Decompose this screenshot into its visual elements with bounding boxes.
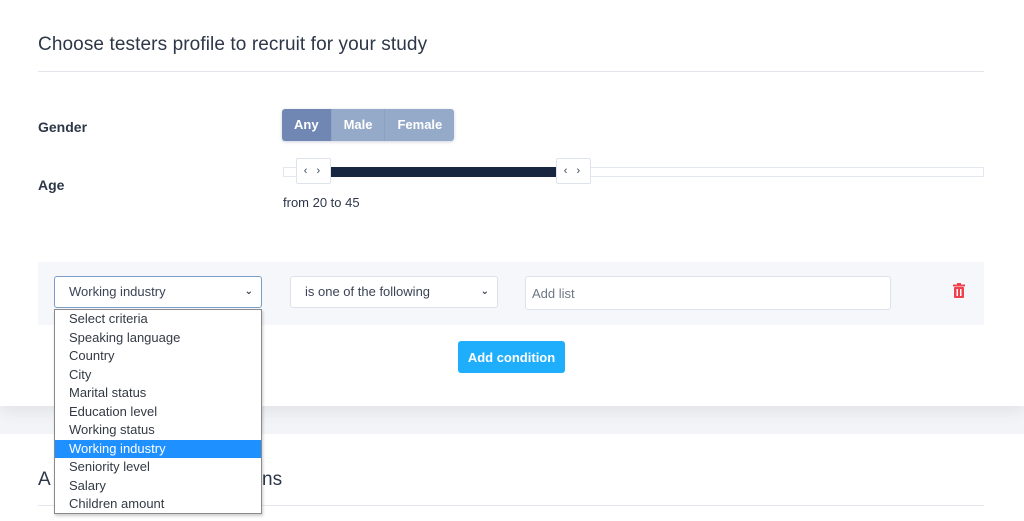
criteria-option[interactable]: Children amount [55, 495, 261, 514]
gender-male-button[interactable]: Male [330, 109, 385, 141]
gender-any-button[interactable]: Any [282, 109, 331, 141]
gender-female-button[interactable]: Female [384, 109, 455, 141]
criteria-option[interactable]: Working status [55, 421, 261, 440]
criteria-select[interactable]: Working industry ⌄ [54, 276, 262, 308]
title-divider [38, 71, 984, 72]
trash-icon[interactable] [952, 283, 966, 298]
age-max-handle[interactable]: ‹ › [556, 158, 591, 184]
operator-select-value: is one of the following [305, 284, 431, 299]
chevron-down-icon: ⌄ [480, 286, 489, 297]
criteria-option[interactable]: Country [55, 347, 261, 366]
criteria-option[interactable]: Select criteria [55, 310, 261, 329]
chevron-down-icon: ⌄ [244, 286, 253, 297]
criteria-select-value: Working industry [69, 284, 166, 299]
age-min-handle[interactable]: ‹ › [296, 158, 331, 184]
chevron-left-right-icon: ‹ › [303, 165, 324, 177]
gender-label: Gender [38, 119, 88, 135]
gender-toggle-group: Any Male Female [282, 109, 455, 141]
criteria-option[interactable]: Marital status [55, 384, 261, 403]
criteria-option[interactable]: Seniority level [55, 458, 261, 477]
operator-select[interactable]: is one of the following ⌄ [290, 276, 498, 308]
criteria-option[interactable]: Speaking language [55, 329, 261, 348]
page-title: Choose testers profile to recruit for yo… [38, 34, 428, 55]
criteria-option[interactable]: Education level [55, 403, 261, 422]
criteria-option-selected[interactable]: Working industry [55, 439, 261, 458]
add-condition-button[interactable]: Add condition [458, 341, 565, 373]
criteria-option[interactable]: City [55, 366, 261, 385]
add-list-input[interactable] [525, 276, 891, 310]
age-slider-range [331, 167, 557, 177]
next-section-title-end: ns [262, 469, 283, 490]
next-section-title: A [38, 469, 51, 490]
criteria-dropdown-list: Select criteria Speaking language Countr… [54, 309, 262, 514]
chevron-left-right-icon: ‹ › [563, 165, 584, 177]
age-range-text: from 20 to 45 [283, 195, 360, 210]
age-label: Age [38, 177, 65, 193]
criteria-option[interactable]: Salary [55, 477, 261, 496]
